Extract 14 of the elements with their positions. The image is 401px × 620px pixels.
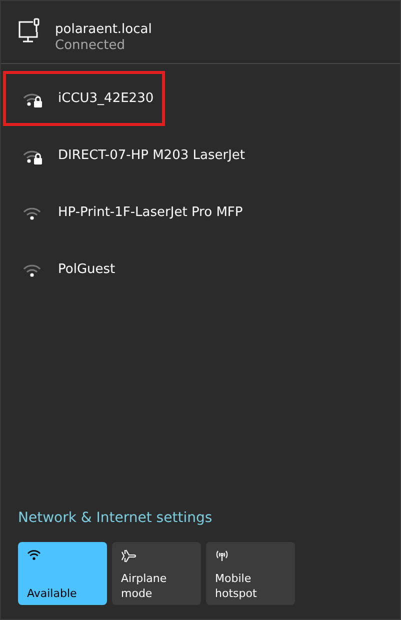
network-item[interactable]: PolGuest [3, 242, 158, 297]
settings-link[interactable]: Network & Internet settings [18, 510, 400, 526]
network-item[interactable]: DIRECT-07-HP M203 LaserJet [3, 128, 256, 183]
airplane-icon [121, 549, 137, 563]
hotspot-icon [215, 549, 229, 562]
hotspot-toggle[interactable]: Mobile hotspot [206, 542, 295, 605]
network-item[interactable]: HP-Print-1F-LaserJet Pro MFP [3, 185, 254, 240]
airplane-toggle[interactable]: Airplane mode [112, 542, 201, 605]
network-name: polaraent.local [55, 22, 152, 38]
wifi-toggle[interactable]: Available [18, 542, 107, 605]
desktop-computer-icon [18, 18, 42, 44]
wifi-icon [27, 549, 41, 561]
connection-status: Connected [55, 38, 126, 54]
highlighted-network-item[interactable]: iCCU3_42E230 [3, 71, 165, 126]
